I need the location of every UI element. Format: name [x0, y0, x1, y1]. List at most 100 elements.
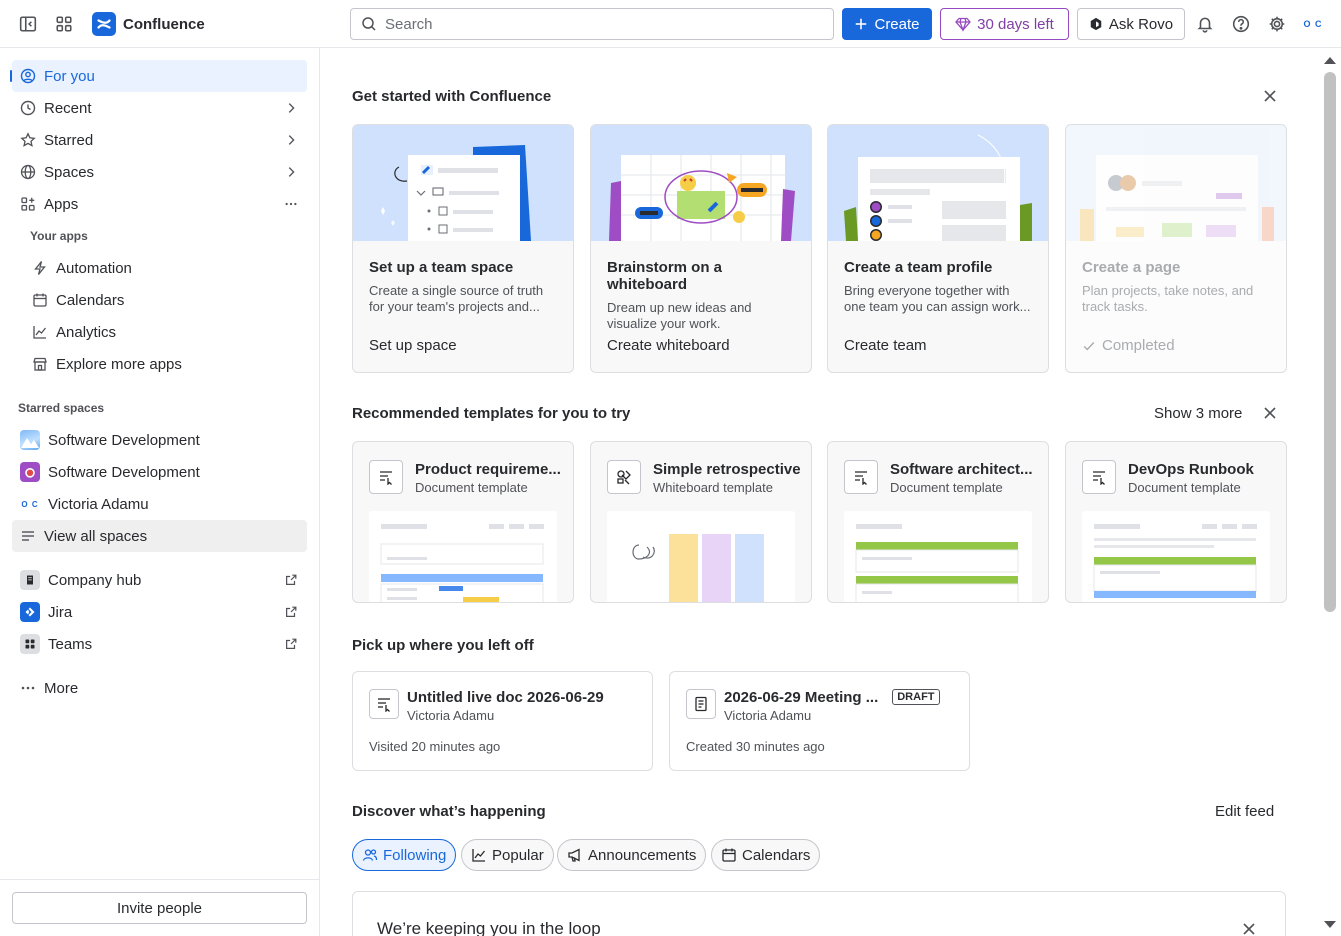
search-input[interactable]: Search — [350, 8, 834, 40]
template-name: Simple retrospective — [653, 461, 801, 478]
sidebar-item-label: Victoria Adamu — [48, 495, 149, 513]
chevron-right-icon[interactable] — [283, 164, 299, 180]
sidebar-item-for-you[interactable]: For you — [12, 60, 307, 92]
sidebar-item-label: View all spaces — [44, 527, 148, 545]
get-started-card-team-space[interactable]: Set up a team space Create a single sour… — [352, 124, 574, 373]
template-type: Document template — [1128, 480, 1241, 495]
recent-item-meeting-notes[interactable]: 2026-06-29 Meeting ... DRAFT Victoria Ada… — [669, 671, 970, 771]
sidebar-item-starred[interactable]: Starred — [12, 124, 307, 156]
card-description: Plan projects, take notes, and track tas… — [1082, 283, 1254, 314]
trend-chart-icon — [472, 849, 486, 862]
scroll-up-arrow-icon[interactable] — [1323, 55, 1337, 65]
create-button[interactable]: Create — [842, 8, 932, 40]
card-action-link[interactable]: Set up space — [369, 337, 457, 354]
tab-announcements[interactable]: Announcements — [557, 839, 707, 871]
star-icon — [20, 132, 36, 148]
live-doc-icon — [369, 689, 399, 719]
chevron-right-icon[interactable] — [283, 100, 299, 116]
template-type: Whiteboard template — [653, 480, 773, 495]
ask-rovo-button[interactable]: Ask Rovo — [1077, 8, 1185, 40]
template-card-software-architecture[interactable]: Software architect... Document template — [827, 441, 1049, 603]
people-icon — [362, 849, 378, 861]
gem-icon — [955, 17, 972, 32]
scroll-down-arrow-icon[interactable] — [1323, 920, 1337, 930]
tab-popular[interactable]: Popular — [461, 839, 554, 871]
card-title: Create a page — [1082, 259, 1181, 276]
sidebar-link-company-hub[interactable]: Company hub — [12, 564, 307, 596]
completed-label: Completed — [1102, 337, 1175, 354]
line-chart-icon — [32, 324, 48, 340]
sidebar-view-all-spaces[interactable]: View all spaces — [12, 520, 307, 552]
confluence-logo-icon — [92, 12, 116, 36]
template-type: Document template — [890, 480, 1003, 495]
edit-feed-button[interactable]: Edit feed — [1215, 803, 1274, 820]
space-avatar-initials: O C — [21, 499, 39, 509]
sidebar-toggle-icon[interactable] — [12, 8, 44, 40]
sidebar-item-label: Starred — [44, 131, 94, 149]
more-horizontal-icon — [20, 680, 36, 696]
sidebar-link-teams[interactable]: Teams — [12, 628, 307, 660]
sidebar-item-automation[interactable]: Automation — [24, 252, 307, 284]
card-description: Bring everyone together with one team yo… — [844, 283, 1031, 314]
tab-label: Popular — [492, 846, 544, 864]
template-card-simple-retrospective[interactable]: Simple retrospective Whiteboard template — [590, 441, 812, 603]
invite-people-button[interactable]: Invite people — [12, 892, 307, 924]
sidebar-item-calendars[interactable]: Calendars — [24, 284, 307, 316]
sidebar-space-software-development-2[interactable]: Software Development — [12, 456, 307, 488]
sidebar-link-jira[interactable]: Jira — [12, 596, 307, 628]
pickup-heading: Pick up where you left off — [352, 637, 534, 654]
sidebar-item-label: Software Development — [48, 463, 200, 481]
sidebar-item-analytics[interactable]: Analytics — [24, 316, 307, 348]
sidebar-item-recent[interactable]: Recent — [12, 92, 307, 124]
external-link-icon — [283, 604, 299, 620]
confluence-logo[interactable]: Confluence — [92, 12, 205, 36]
close-icon[interactable] — [1241, 921, 1257, 936]
search-placeholder: Search — [385, 15, 433, 33]
space-gem-icon — [20, 462, 40, 482]
sidebar-item-apps[interactable]: Apps — [12, 188, 307, 220]
megaphone-icon — [568, 848, 580, 862]
sidebar-item-label: Automation — [56, 259, 132, 277]
document-template-icon — [1082, 460, 1116, 494]
sidebar-space-software-development-1[interactable]: Software Development — [12, 424, 307, 456]
tab-label: Announcements — [588, 846, 697, 864]
show-more-templates-button[interactable]: Show 3 more — [1154, 405, 1242, 422]
external-link-icon — [283, 636, 299, 652]
rovo-icon — [1090, 17, 1102, 31]
card-description: Dream up new ideas and visualize your wo… — [607, 300, 752, 331]
document-template-icon — [844, 460, 878, 494]
close-icon[interactable] — [1262, 88, 1278, 104]
user-avatar[interactable]: O C — [1301, 12, 1325, 36]
get-started-card-team-profile[interactable]: Create a team profile Bring everyone tog… — [827, 124, 1049, 373]
sidebar-item-label: Apps — [44, 195, 79, 213]
tab-calendars[interactable]: Calendars — [711, 839, 821, 871]
get-started-heading: Get started with Confluence — [352, 88, 552, 105]
card-action-link[interactable]: Create whiteboard — [607, 337, 730, 354]
recent-item-title: Untitled live doc 2026-06-29 — [407, 689, 604, 706]
more-horizontal-icon[interactable] — [283, 196, 299, 212]
sidebar-space-victoria-adamu[interactable]: O C Victoria Adamu — [12, 488, 307, 520]
trial-label: 30 days left — [977, 15, 1054, 33]
settings-gear-icon[interactable] — [1261, 8, 1293, 40]
template-name: Product requireme... — [415, 461, 561, 478]
sidebar-more[interactable]: More — [12, 672, 307, 704]
card-action-link[interactable]: Create team — [844, 337, 927, 354]
tab-following[interactable]: Following — [352, 839, 457, 871]
scrollbar-thumb[interactable] — [1324, 72, 1336, 612]
trial-button[interactable]: 30 days left — [940, 8, 1069, 40]
chevron-right-icon[interactable] — [283, 132, 299, 148]
close-icon[interactable] — [1262, 405, 1278, 421]
sidebar-item-spaces[interactable]: Spaces — [12, 156, 307, 188]
template-card-devops-runbook[interactable]: DevOps Runbook Document template — [1065, 441, 1287, 603]
external-link-icon — [283, 572, 299, 588]
sidebar-item-explore-apps[interactable]: Explore more apps — [24, 348, 307, 380]
app-switcher-icon[interactable] — [48, 8, 80, 40]
template-name: Software architect... — [890, 461, 1033, 478]
plus-icon — [856, 18, 867, 30]
get-started-card-whiteboard[interactable]: Brainstorm on a whiteboard Dream up new … — [590, 124, 812, 373]
notifications-icon[interactable] — [1189, 8, 1221, 40]
template-card-product-requirements[interactable]: Product requireme... Document template — [352, 441, 574, 603]
your-apps-heading: Your apps — [30, 229, 88, 243]
recent-item-live-doc[interactable]: Untitled live doc 2026-06-29 Victoria Ad… — [352, 671, 653, 771]
help-icon[interactable] — [1225, 8, 1257, 40]
